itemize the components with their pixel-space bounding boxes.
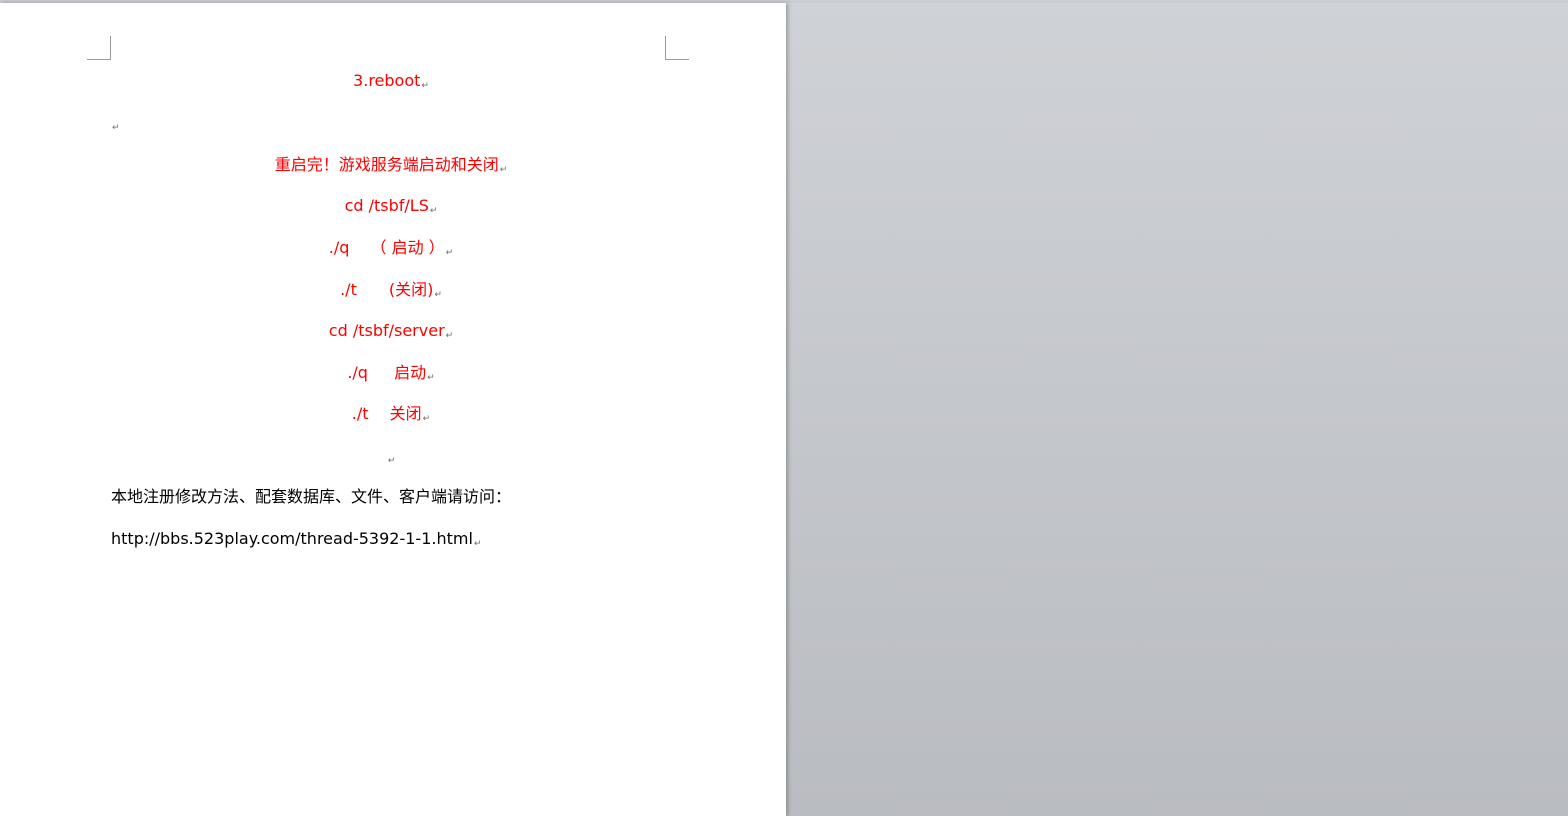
paragraph-heading-reboot[interactable]: 3.reboot↵ — [111, 71, 671, 96]
paragraph-mark-icon: ↵ — [445, 331, 454, 341]
crop-mark-top-left — [87, 36, 111, 60]
paragraph-url[interactable]: http://bbs.523play.com/thread-5392-1-1.h… — [111, 529, 671, 554]
document-page[interactable]: 3.reboot↵ ↵ 重启完！游戏服务端启动和关闭↵ cd /tsbf/LS↵… — [0, 3, 786, 816]
paragraph-cd-ls[interactable]: cd /tsbf/LS↵ — [111, 196, 671, 221]
crop-mark-top-right — [665, 36, 689, 60]
paragraph-q-start[interactable]: ./q （ 启动 ）↵ — [111, 238, 671, 263]
workspace-background — [788, 3, 1568, 816]
paragraph-mark-icon: ↵ — [445, 248, 454, 258]
paragraph-mark-icon: ↵ — [434, 290, 442, 300]
paragraph-mark-icon: ↵ — [421, 81, 429, 91]
paragraph-mark-icon: ↵ — [422, 414, 431, 424]
paragraph-visit-note[interactable]: 本地注册修改方法、配套数据库、文件、客户端请访问： — [111, 487, 671, 507]
paragraph-cd-server[interactable]: cd /tsbf/server↵ — [111, 321, 671, 346]
paragraph-q-start-server[interactable]: ./q 启动↵ — [111, 363, 671, 388]
paragraph-mark-icon: ↵ — [112, 123, 120, 133]
paragraph-restart-note[interactable]: 重启完！游戏服务端启动和关闭↵ — [111, 155, 671, 180]
paragraph-mark-icon: ↵ — [499, 165, 508, 175]
paragraph-empty-centered[interactable]: ↵ — [111, 446, 671, 471]
paragraph-t-stop-server[interactable]: ./t 关闭↵ — [111, 404, 671, 429]
paragraph-mark-icon: ↵ — [387, 456, 396, 466]
paragraph-mark-icon: ↵ — [473, 539, 482, 549]
paragraph-t-stop[interactable]: ./t (关闭)↵ — [111, 280, 671, 305]
paragraph-mark-icon: ↵ — [429, 206, 438, 216]
paragraph-empty[interactable]: ↵ — [111, 113, 671, 138]
paragraph-mark-icon: ↵ — [427, 373, 435, 383]
